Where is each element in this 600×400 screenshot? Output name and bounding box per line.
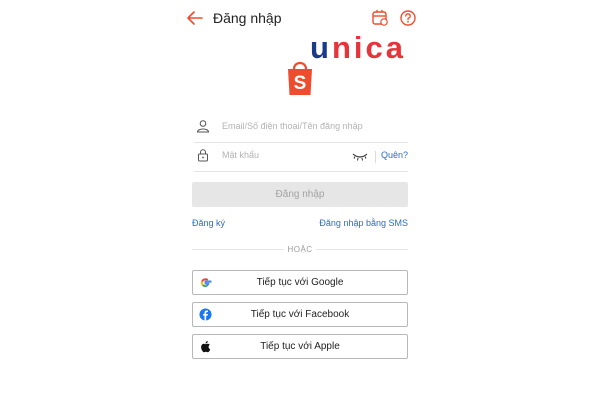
help-center-button[interactable] <box>371 9 389 27</box>
shopping-bag-icon: S <box>288 61 312 95</box>
login-button[interactable]: Đăng nhập <box>192 182 408 207</box>
help-chat-icon <box>372 9 388 26</box>
google-login-label: Tiếp tục với Google <box>256 277 344 288</box>
watermark-rest: nica <box>331 30 406 65</box>
eye-closed-icon[interactable] <box>352 152 368 162</box>
shopee-logo: S <box>286 57 314 97</box>
password-input[interactable]: Mật khẩu <box>222 150 259 160</box>
divider-right <box>316 249 408 250</box>
arrow-left-icon <box>187 11 203 25</box>
username-input[interactable]: Email/Số điện thoại/Tên đăng nhập <box>222 121 363 131</box>
field-divider <box>375 151 376 163</box>
question-circle-icon <box>400 10 416 26</box>
google-login-button[interactable]: Tiếp tục với Google <box>192 270 408 295</box>
username-field[interactable]: Email/Số điện thoại/Tên đăng nhập <box>194 114 408 143</box>
facebook-login-button[interactable]: Tiếp tục với Facebook <box>192 302 408 327</box>
register-link[interactable]: Đăng ký <box>192 218 225 228</box>
user-icon <box>196 120 210 133</box>
back-button[interactable] <box>185 8 205 28</box>
forgot-password-link[interactable]: Quên? <box>381 150 408 160</box>
sms-login-link[interactable]: Đăng nhập bằng SMS <box>319 218 408 228</box>
lock-icon <box>198 149 208 162</box>
logo-letter: S <box>294 73 307 94</box>
help-button[interactable] <box>399 9 417 27</box>
login-screen: Đăng nhập unica S Email/Số điện thoại/Tê… <box>180 0 420 400</box>
page-title: Đăng nhập <box>213 10 282 26</box>
apple-login-label: Tiếp tục với Apple <box>260 341 340 352</box>
apple-login-button[interactable]: Tiếp tục với Apple <box>192 334 408 359</box>
password-field[interactable]: Mật khẩu Quên? <box>194 143 408 172</box>
facebook-login-label: Tiếp tục với Facebook <box>250 309 350 320</box>
unica-watermark: unica <box>310 30 406 66</box>
